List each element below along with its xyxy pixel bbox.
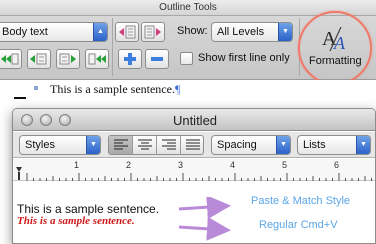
chevron-down-icon: ▼: [86, 136, 100, 154]
lists-label: Lists: [303, 139, 326, 151]
paste-match-style-note: Paste & Match Style: [251, 195, 351, 207]
ruler-number: 2: [126, 160, 132, 170]
pilcrow-mark: ¶: [174, 82, 181, 96]
justify-button[interactable]: [181, 136, 203, 154]
styles-select[interactable]: Styles ▼: [19, 135, 101, 155]
show-levels-select[interactable]: All Levels ▼: [211, 22, 293, 42]
ruler-number: 6: [334, 160, 340, 170]
collapse-button[interactable]: [145, 49, 169, 69]
ruler-number: 1: [74, 160, 80, 170]
formatting-icon: A A: [322, 26, 346, 53]
show-label: Show:: [177, 25, 208, 37]
formatting-button[interactable]: A A Formatting: [309, 21, 362, 73]
ruler-number: 3: [178, 160, 184, 170]
ribbon-divider: [112, 18, 113, 76]
formatting-label: Formatting: [309, 55, 362, 67]
expand-button[interactable]: [118, 49, 142, 69]
plus-icon: [124, 53, 136, 65]
align-right-icon: [162, 139, 176, 150]
outline-bullet: [34, 86, 38, 90]
first-line-only-label: Show first line only: [198, 52, 290, 64]
promote-button[interactable]: [0, 49, 22, 69]
chevron-down-icon: ▼: [276, 136, 290, 154]
demote-body-button[interactable]: [141, 22, 165, 42]
promote-heading-icon: [119, 25, 136, 39]
promote-heading-button[interactable]: [115, 22, 139, 42]
justify-icon: [186, 139, 200, 150]
outdent-button[interactable]: [56, 49, 80, 69]
insertion-bar: [14, 97, 26, 99]
first-line-only-checkbox[interactable]: [180, 52, 193, 65]
window-title: Untitled: [172, 113, 218, 128]
paragraph-style-value: Body text: [2, 26, 48, 38]
demote-button[interactable]: [85, 49, 109, 69]
paragraph-style-select[interactable]: Body text ▲: [0, 22, 108, 42]
ruler-ticks: [16, 167, 372, 181]
align-center-icon: [138, 139, 152, 150]
demote-icon: [88, 53, 106, 65]
chevron-down-icon: ▼: [356, 136, 370, 154]
ruler-number: 5: [282, 160, 288, 170]
styles-label: Styles: [25, 139, 55, 151]
align-left-button[interactable]: [109, 136, 133, 154]
outdent-icon: [59, 53, 76, 65]
styled-pasted-text: This is a sample sentence.: [17, 215, 135, 227]
window-titlebar[interactable]: Untitled: [13, 109, 375, 131]
promote-icon: [1, 53, 19, 65]
spacing-select[interactable]: Spacing ▼: [211, 135, 291, 155]
plain-pasted-text: This is a sample sentence.: [17, 202, 160, 216]
outline-sample-text: This is a sample sentence.¶: [50, 82, 180, 97]
chevron-down-icon: ▲: [93, 23, 107, 41]
demote-body-icon: [144, 25, 161, 39]
chevron-down-icon: ▼: [278, 23, 292, 41]
svg-text:A: A: [333, 33, 346, 53]
align-left-icon: [114, 139, 128, 150]
alignment-group: [108, 135, 204, 155]
outline-tools-ribbon: Outline Tools Body text ▲ Show: All Leve…: [0, 0, 376, 85]
format-toolbar: Styles ▼ Spacing ▼ Lists ▼: [13, 132, 375, 158]
arrow-regular-paste: [178, 216, 231, 241]
untitled-window: Untitled Styles ▼ Spacing ▼ Lists ▼ 1 2 …: [12, 108, 376, 244]
lists-select[interactable]: Lists ▼: [297, 135, 371, 155]
outline-sentence: This is a sample sentence.: [50, 82, 175, 96]
annotation-arrows: [178, 197, 231, 241]
minus-icon: [151, 57, 163, 61]
align-right-button[interactable]: [157, 136, 181, 154]
ruler[interactable]: 1 2 3 4 5 6: [13, 159, 375, 181]
regular-paste-note: Regular Cmd+V: [259, 219, 338, 231]
indent-icon: [30, 53, 47, 65]
show-levels-value: All Levels: [217, 26, 265, 38]
arrow-paste-match: [178, 197, 231, 220]
ruler-number: 4: [230, 160, 236, 170]
align-center-button[interactable]: [133, 136, 157, 154]
indent-button[interactable]: [27, 49, 51, 69]
spacing-label: Spacing: [217, 139, 257, 151]
